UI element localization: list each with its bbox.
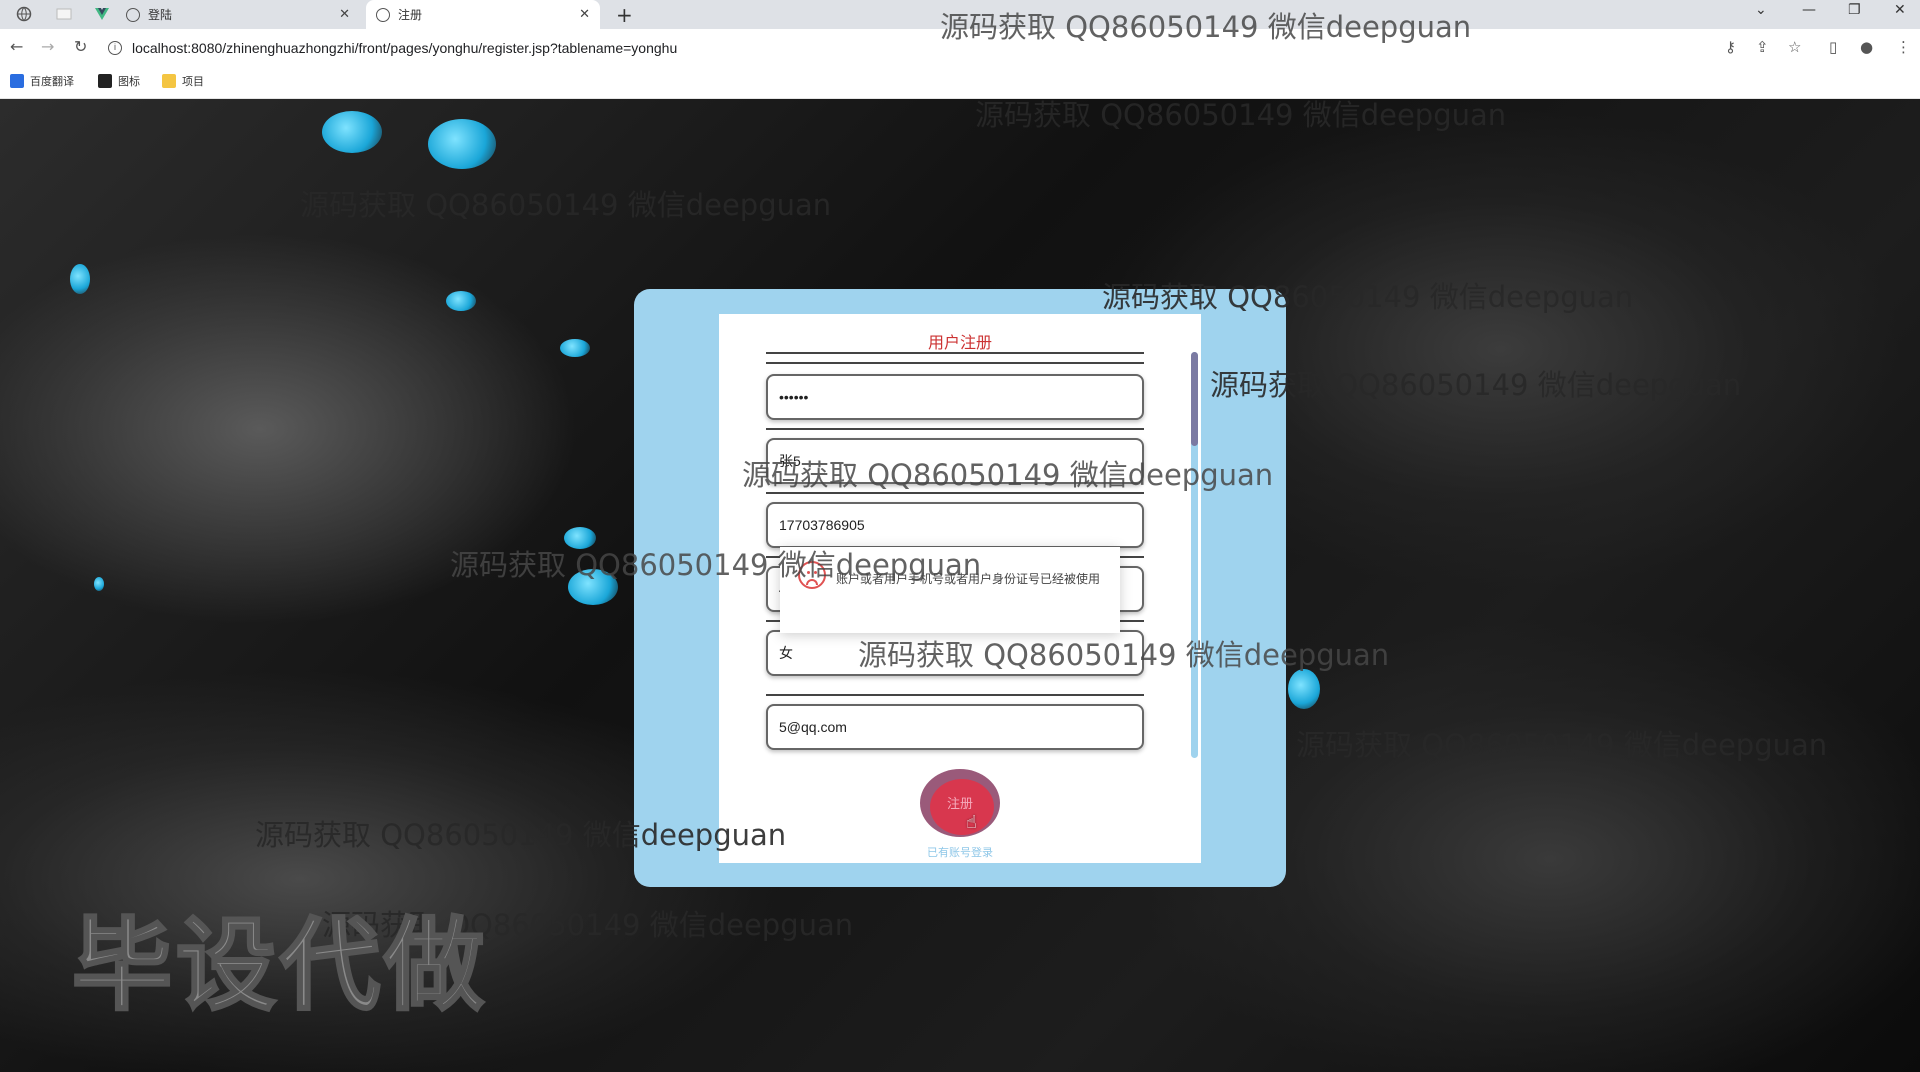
close-window-button[interactable]: ✕ (1894, 2, 1906, 18)
water-drop (1288, 669, 1320, 709)
share-icon[interactable]: ⇪ (1756, 38, 1769, 56)
water-drop (322, 111, 382, 153)
watermark: 源码获取 QQ86050149 微信deepguan (1296, 728, 1828, 762)
watermark: 源码获取 QQ86050149 微信deepguan (255, 818, 787, 852)
profile-icon[interactable]: ● (1860, 38, 1873, 56)
password-field[interactable]: •••••• (766, 374, 1144, 420)
page-title: 用户注册 (927, 333, 992, 352)
watermark: 源码获取 QQ86050149 微信deepguan (858, 638, 1390, 672)
watermark: 源码获取 QQ86050149 微信deepguan (1102, 280, 1634, 314)
bookmark-label: 百度翻译 (30, 75, 74, 88)
big-watermark: 毕设代做 (71, 906, 488, 1026)
watermark: 源码获取 QQ86050149 微信deepguan (940, 10, 1472, 44)
back-icon[interactable]: ← (10, 37, 23, 56)
register-button-label: 注册 (946, 797, 973, 812)
watermark: 源码获取 QQ86050149 微信deepguan (1210, 368, 1742, 402)
forward-icon[interactable]: → (41, 37, 54, 56)
watermark: 源码获取 QQ86050149 微信deepguan (300, 188, 832, 222)
watermark: 源码获取 QQ86050149 微信deepguan (450, 548, 982, 582)
menu-icon[interactable]: ⋮ (1896, 38, 1911, 56)
translate-icon (10, 74, 24, 88)
water-drop (70, 264, 90, 294)
new-tab-button[interactable]: + (616, 3, 633, 27)
bookmark-label: 项目 (182, 75, 204, 88)
login-link[interactable]: 已有账号登录 (719, 844, 1201, 860)
divider (766, 428, 1144, 430)
close-icon[interactable]: ✕ (339, 7, 350, 22)
tab-register-label: 注册 (398, 8, 423, 22)
tab-register[interactable]: 注册 ✕ (366, 0, 600, 29)
vue-logo-icon[interactable] (94, 6, 110, 22)
tab-login-label: 登陆 (148, 8, 173, 22)
blank-page-icon[interactable] (56, 6, 72, 22)
image-icon (98, 74, 112, 88)
form-scrollbar-thumb[interactable] (1191, 352, 1198, 446)
close-icon[interactable]: ✕ (579, 7, 590, 22)
register-button[interactable]: 注册 (920, 769, 1000, 837)
water-drop (560, 339, 590, 357)
chevron-down-icon[interactable]: ⌄ (1755, 2, 1767, 18)
folder-icon (162, 74, 176, 88)
bookmark-icons[interactable]: 图标 (98, 73, 140, 89)
bookmark-label: 图标 (118, 75, 140, 88)
globe-icon (376, 7, 390, 22)
bookmarks-bar (0, 65, 1920, 99)
email-field[interactable]: 5@qq.com (766, 704, 1144, 750)
water-drop (94, 577, 104, 591)
reload-icon[interactable]: ↻ (74, 37, 87, 56)
bookmark-baidu-translate[interactable]: 百度翻译 (10, 73, 74, 89)
divider (766, 362, 1144, 364)
restore-button[interactable]: ❐ (1848, 2, 1861, 18)
url-text: localhost:8080/zhinenghuazhongzhi/front/… (132, 40, 678, 56)
settings-icon (126, 7, 140, 22)
address-bar[interactable]: i localhost:8080/zhinenghuazhongzhi/fron… (108, 35, 1728, 61)
globe-icon[interactable] (16, 6, 32, 22)
key-icon[interactable]: ⚷ (1725, 38, 1736, 56)
watermark: 源码获取 QQ86050149 微信deepguan (975, 98, 1507, 132)
watermark: 源码获取 QQ86050149 微信deepguan (742, 458, 1274, 492)
star-icon[interactable]: ☆ (1788, 38, 1801, 56)
minimize-button[interactable]: — (1802, 2, 1816, 18)
divider (766, 352, 1144, 354)
bookmark-project[interactable]: 项目 (162, 73, 204, 89)
water-drop (446, 291, 476, 311)
tab-login[interactable]: 登陆 ✕ (126, 0, 360, 29)
divider (766, 694, 1144, 696)
side-panel-icon[interactable]: ▯ (1829, 38, 1837, 56)
hand-cursor-icon: ☝ (966, 812, 977, 833)
water-drop (428, 119, 496, 169)
info-icon[interactable]: i (108, 41, 122, 55)
